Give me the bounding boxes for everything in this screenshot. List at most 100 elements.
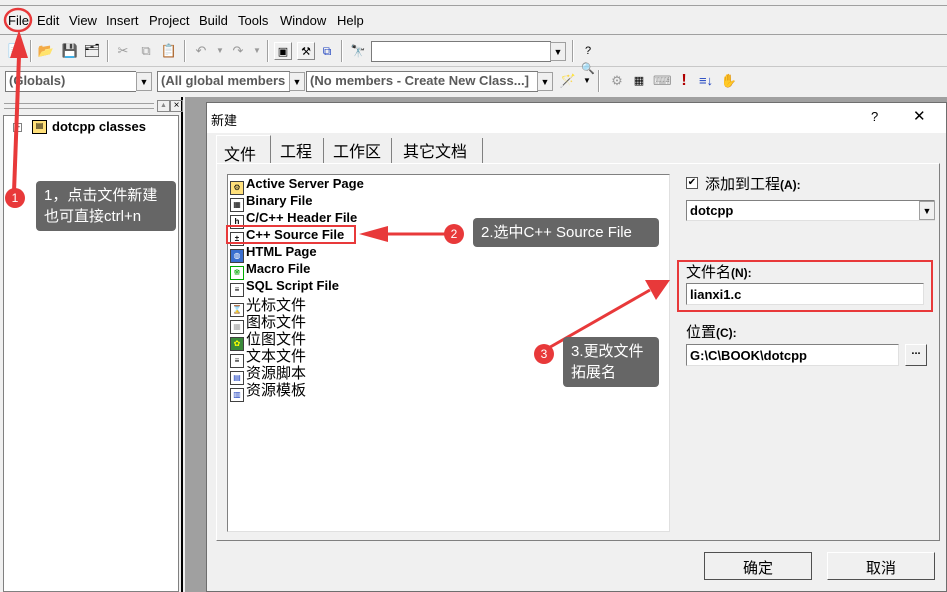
wizard-dropdown-icon[interactable]: ▼ — [578, 72, 596, 90]
menu-tools-label: Tools — [238, 13, 269, 28]
menu-insert[interactable]: Insert — [106, 13, 139, 28]
dialog-title-bar: 新建 ? ✕ — [207, 103, 946, 133]
members-combo[interactable]: (All global members — [157, 71, 290, 92]
members-combo-dropdown[interactable]: ▼ — [289, 72, 305, 91]
undo-dropdown-icon[interactable]: ▼ — [211, 42, 229, 60]
list-item-label: Active Server Page — [246, 176, 364, 191]
tab-project[interactable]: 工程 — [273, 138, 324, 164]
menu-file-label: File — [8, 13, 29, 28]
callout-1-line1: 1，点击文件新建 — [44, 187, 158, 204]
ok-button[interactable]: 确定 — [704, 552, 812, 580]
list-item[interactable]: ◍ HTML Page — [230, 244, 317, 263]
search-icon[interactable]: ?🔍 — [579, 42, 597, 75]
pane-close-icon[interactable]: × — [170, 100, 183, 112]
list-item[interactable]: ▥ 资源模板 — [230, 379, 307, 402]
menu-file[interactable]: File — [8, 13, 29, 28]
menu-insert-label: Insert — [106, 13, 139, 28]
menu-project[interactable]: Project — [149, 13, 189, 28]
redo-icon[interactable]: ↷ — [229, 42, 247, 60]
list-item-label: 资源模板 — [246, 382, 307, 399]
location-text: 位置 — [686, 324, 717, 341]
toolbar-separator — [107, 40, 109, 62]
menu-help[interactable]: Help — [337, 13, 364, 28]
list-item[interactable]: ⁜ Macro File — [230, 261, 311, 280]
tab-other-documents[interactable]: 其它文档 — [395, 138, 483, 164]
list-item[interactable]: ⌛ 光标文件 — [230, 294, 306, 317]
list-item[interactable]: ≡ SQL Script File — [230, 278, 339, 297]
add-to-project-checkbox[interactable]: ✔ — [686, 177, 698, 189]
workspace-icon[interactable]: ▣ — [274, 42, 292, 60]
menu-view[interactable]: View — [69, 13, 97, 28]
copy-icon[interactable]: ⧉ — [137, 42, 155, 60]
standard-toolbar: 📄 📂 💾 🗂 ✂ ⧉ 📋 ↶ ▼ ↷ ▼ ▣ ⚒ ⧉ 🔭 ▼ ?🔍 — [0, 36, 947, 75]
list-item-label: SQL Script File — [246, 278, 339, 293]
build-icon[interactable]: ▦ — [630, 72, 648, 90]
new-text-file-icon[interactable]: 📄 — [6, 42, 24, 60]
cut-icon[interactable]: ✂ — [114, 42, 132, 60]
tree-root-label[interactable]: dotcpp classes — [52, 119, 146, 134]
callout-2: 2.选中C++ Source File — [473, 218, 659, 247]
tab-project-label: 工程 — [280, 144, 313, 161]
help-button[interactable]: ? — [871, 109, 878, 124]
close-button[interactable]: ✕ — [913, 107, 926, 125]
find-in-files-icon[interactable]: 🔭 — [349, 42, 367, 60]
project-select[interactable]: dotcpp — [686, 200, 935, 221]
menu-build[interactable]: Build — [199, 13, 228, 28]
output-icon[interactable]: ⚒ — [297, 42, 315, 60]
wizard-icon[interactable]: 🪄 — [559, 72, 577, 90]
menu-window[interactable]: Window — [280, 13, 326, 28]
location-input[interactable]: G:\C\BOOK\dotcpp — [686, 344, 899, 366]
list-item-label: Macro File — [246, 261, 311, 276]
pane-grip[interactable] — [4, 103, 154, 109]
find-combo[interactable] — [371, 41, 551, 62]
step-badge-2: 2 — [444, 224, 464, 244]
window-list-icon[interactable]: ⧉ — [318, 42, 336, 60]
list-item[interactable]: ≡ 文本文件 — [230, 345, 306, 368]
breakpoint-icon[interactable]: ✋ — [720, 72, 738, 90]
wizard-bar: (Globals) ▼ (All global members ▼ (No me… — [0, 67, 947, 97]
tab-workspace[interactable]: 工作区 — [326, 138, 392, 164]
list-item-label: C/C++ Header File — [246, 210, 358, 225]
scope-combo[interactable]: (Globals) — [5, 71, 136, 92]
classes-icon: ▤ — [32, 120, 47, 134]
menu-edit[interactable]: Edit — [37, 13, 59, 28]
list-item[interactable]: ▦ Binary File — [230, 193, 312, 212]
find-combo-dropdown[interactable]: ▼ — [550, 42, 566, 61]
tab-file[interactable]: 文件 — [216, 135, 271, 164]
callout-1-line2: 也可直接ctrl+n — [44, 208, 142, 225]
resource-template-icon: ▥ — [230, 388, 244, 402]
go-icon[interactable]: ≡↓ — [697, 72, 715, 90]
list-item[interactable]: ▤ 资源脚本 — [230, 362, 306, 385]
tab-workspace-label: 工作区 — [333, 144, 382, 161]
class-combo[interactable]: (No members - Create New Class...] — [306, 71, 538, 92]
menu-help-label: Help — [337, 13, 364, 28]
browse-button[interactable]: ... — [905, 344, 927, 366]
project-select-dropdown[interactable]: ▼ — [919, 201, 935, 220]
list-item[interactable]: ✿ 位图文件 — [230, 328, 306, 351]
menu-build-label: Build — [199, 13, 228, 28]
save-all-icon[interactable]: 🗂 — [83, 42, 101, 60]
toolbar-separator — [341, 40, 343, 62]
scope-combo-dropdown[interactable]: ▼ — [136, 72, 152, 91]
list-item[interactable]: ⚙ Active Server Page — [230, 176, 364, 195]
menu-tools[interactable]: Tools — [238, 13, 268, 28]
open-folder-icon[interactable]: 📂 — [37, 42, 55, 60]
save-icon[interactable]: 💾 — [61, 42, 79, 60]
paste-icon[interactable]: 📋 — [160, 42, 178, 60]
cancel-button[interactable]: 取消 — [827, 552, 935, 580]
list-item[interactable]: ▦ 图标文件 — [230, 311, 306, 334]
undo-icon[interactable]: ↶ — [192, 42, 210, 60]
toolbar-separator — [572, 40, 574, 62]
stop-build-icon[interactable]: ⌨ — [653, 72, 672, 90]
workspace-pane: ▲ × + ▤ dotcpp classes — [0, 97, 183, 592]
tree-expand-icon[interactable]: + — [13, 123, 22, 132]
callout-2-line1: 2.选中C++ Source File — [481, 224, 632, 241]
pane-maximize-icon[interactable]: ▲ — [157, 100, 170, 112]
compile-icon[interactable]: ⚙ — [608, 72, 626, 90]
toolbar-separator — [30, 40, 32, 62]
menu-edit-label: Edit — [37, 13, 60, 28]
execute-icon[interactable]: ! — [675, 72, 693, 90]
redo-dropdown-icon[interactable]: ▼ — [248, 42, 266, 60]
class-combo-dropdown[interactable]: ▼ — [537, 72, 553, 91]
add-to-project-mnemonic: (A): — [780, 178, 801, 192]
